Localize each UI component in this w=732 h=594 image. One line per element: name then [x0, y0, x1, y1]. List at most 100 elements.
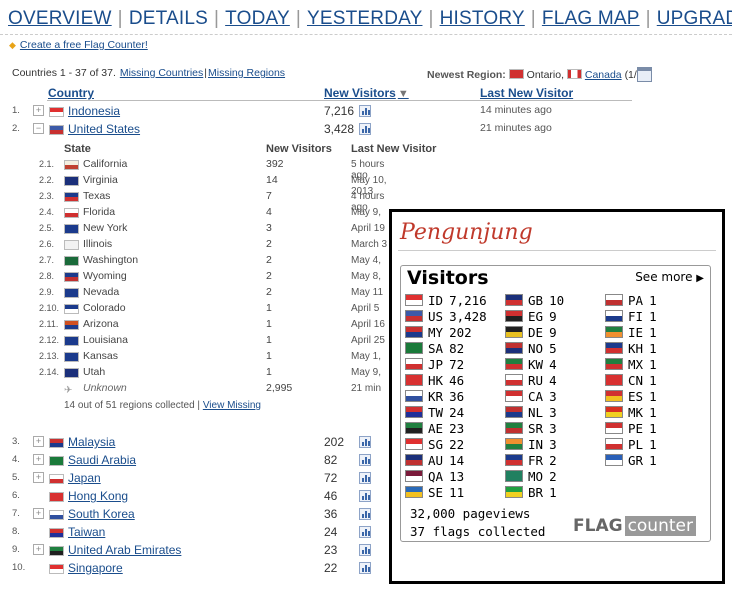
flag-count: 3: [549, 421, 557, 436]
region-rank: 2.12.: [39, 335, 60, 345]
create-flag-counter-link[interactable]: Create a free Flag Counter!: [20, 39, 148, 51]
country-link[interactable]: Hong Kong: [68, 489, 128, 503]
nav-separator: |: [214, 8, 220, 29]
expand-toggle-icon[interactable]: +: [33, 508, 44, 519]
expand-toggle-icon[interactable]: +: [33, 436, 44, 447]
country-flag-icon: [49, 510, 64, 520]
region-rank: 2.8.: [39, 271, 55, 281]
chart-button[interactable]: [359, 454, 371, 469]
nav-yesterday[interactable]: YESTERDAY: [307, 8, 422, 29]
widget-flag-entry: KR 36: [405, 389, 464, 404]
widget-flag-entry: BR 1: [505, 485, 557, 500]
widget-flag-entry: EG 9: [505, 309, 557, 324]
chart-button[interactable]: [359, 436, 371, 451]
overlay-heading: Pengunjung: [400, 220, 533, 245]
nav-history[interactable]: HISTORY: [440, 8, 525, 29]
widget-flag-icon: [605, 390, 623, 402]
see-more-label[interactable]: See more: [635, 270, 692, 284]
bar-chart-icon[interactable]: [359, 436, 371, 448]
flag-count: 1: [649, 309, 657, 324]
widget-flag-entry: KH 1: [605, 341, 657, 356]
nav-divider: [0, 34, 732, 35]
chart-button[interactable]: [359, 526, 371, 541]
missing-countries-link[interactable]: Missing Countries: [120, 67, 203, 79]
bar-chart-icon[interactable]: [359, 526, 371, 538]
calendar-icon[interactable]: [637, 67, 652, 82]
country-code: CA: [528, 389, 544, 404]
country-link[interactable]: Singapore: [68, 561, 123, 575]
bar-chart-icon[interactable]: [359, 490, 371, 502]
widget-flag-entry: SG 22: [405, 437, 464, 452]
region-name: Utah: [83, 366, 106, 378]
flag-counter-widget[interactable]: Visitors See more ▶ ID 7,216 US 3,428 MY 202 S…: [400, 265, 711, 542]
country-code: HK: [428, 373, 444, 388]
chart-button[interactable]: [359, 105, 371, 120]
widget-flag-entry: PL 1: [605, 437, 657, 452]
region-last-visitor: May 11: [351, 287, 384, 298]
nav-today[interactable]: TODAY: [225, 8, 290, 29]
nav-flag-map[interactable]: FLAG MAP: [542, 8, 640, 29]
country-link[interactable]: Taiwan: [68, 525, 105, 539]
country-code: FR: [528, 453, 544, 468]
overlay-divider: [398, 250, 716, 251]
newest-country-link[interactable]: Canada: [585, 69, 622, 81]
nav-overview[interactable]: OVERVIEW: [8, 8, 112, 29]
last-new-visitor-header[interactable]: Last New Visitor: [480, 86, 573, 100]
bar-chart-icon[interactable]: [359, 562, 371, 574]
country-header[interactable]: Country: [48, 86, 94, 100]
country-flag-icon: [49, 438, 64, 448]
bar-chart-icon[interactable]: [359, 544, 371, 556]
bar-chart-icon[interactable]: [359, 508, 371, 520]
region-rank: 2.4.: [39, 207, 55, 217]
chart-button[interactable]: [359, 544, 371, 559]
chart-button[interactable]: [359, 508, 371, 523]
country-link[interactable]: South Korea: [68, 507, 135, 521]
flag-count: 3: [549, 437, 557, 452]
widget-flag-entry: GB 10: [505, 293, 564, 308]
country-link[interactable]: Indonesia: [68, 104, 120, 118]
country-code: GB: [528, 293, 544, 308]
chart-button[interactable]: [359, 562, 371, 577]
bar-chart-icon[interactable]: [359, 454, 371, 466]
new-visitors-header[interactable]: New Visitors ▼: [324, 86, 409, 100]
nav-separator: |: [117, 8, 123, 29]
expand-toggle-icon[interactable]: −: [33, 123, 44, 134]
country-flag-icon: [49, 492, 64, 502]
country-link[interactable]: Saudi Arabia: [68, 453, 136, 467]
see-more-link[interactable]: See more ▶: [635, 270, 704, 284]
top-nav: OVERVIEW | DETAILS | TODAY | YESTERDAY | HISTORY…: [8, 8, 732, 30]
visitor-count: 82: [324, 453, 338, 467]
missing-regions-link[interactable]: Missing Regions: [208, 67, 285, 79]
country-link[interactable]: Malaysia: [68, 435, 115, 449]
nav-separator: |: [530, 8, 536, 29]
nav-details[interactable]: DETAILS: [129, 8, 208, 29]
new-visitors-header-label[interactable]: New Visitors: [324, 86, 396, 100]
expand-toggle-icon[interactable]: +: [33, 105, 44, 116]
chart-button[interactable]: [359, 472, 371, 487]
expand-toggle-icon[interactable]: +: [33, 472, 44, 483]
country-code: RU: [528, 373, 544, 388]
expand-toggle-icon[interactable]: +: [33, 454, 44, 465]
unknown-region-icon: ✈: [64, 385, 73, 396]
expand-toggle-icon[interactable]: +: [33, 544, 44, 555]
visitor-count: 7,216: [324, 104, 355, 118]
chart-button[interactable]: [359, 123, 371, 138]
country-link[interactable]: Japan: [68, 471, 101, 485]
state-flag-icon: [64, 304, 79, 314]
country-link[interactable]: United States: [68, 122, 140, 136]
flag-count: 72: [449, 357, 465, 372]
view-missing-link[interactable]: View Missing: [203, 400, 261, 411]
widget-flag-icon: [405, 486, 423, 498]
region-rank: 2.11.: [39, 319, 59, 329]
bar-chart-icon[interactable]: [359, 105, 371, 117]
chart-button[interactable]: [359, 490, 371, 505]
flag-wrapper: [64, 160, 79, 173]
country-link[interactable]: United Arab Emirates: [68, 543, 181, 557]
nav-upgrade[interactable]: UPGRADE: [657, 8, 732, 29]
flag-count: 1: [649, 373, 657, 388]
widget-flag-entry: PA 1: [605, 293, 657, 308]
bar-chart-icon[interactable]: [359, 472, 371, 484]
flag-count: 1: [649, 437, 657, 452]
bar-chart-icon[interactable]: [359, 123, 371, 135]
region-visitor-count: 2: [266, 238, 272, 250]
